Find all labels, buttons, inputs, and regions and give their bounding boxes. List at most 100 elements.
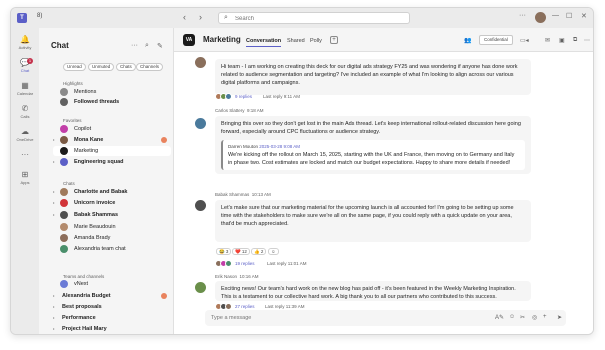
last-reply-time: Last reply 11:01 AM bbox=[267, 261, 307, 266]
filter-chats[interactable]: Chats bbox=[116, 63, 136, 71]
chat-list-item[interactable]: • Charlotte and Babak bbox=[53, 187, 171, 197]
filter-channels[interactable]: Channels bbox=[136, 63, 164, 71]
rail-item-activity[interactable]: 🔔 Activity bbox=[11, 34, 39, 56]
chat-list-item[interactable]: • Babak Shammas bbox=[53, 210, 171, 220]
message-avatar[interactable] bbox=[195, 200, 206, 211]
chat-list-item[interactable]: Amanda Brady bbox=[53, 233, 171, 243]
conversation-header: VA Marketing Conversation Shared Polly +… bbox=[174, 28, 593, 52]
reaction-like[interactable]: 👍 2 bbox=[251, 248, 267, 255]
chat-item-label: Marketing bbox=[74, 148, 99, 154]
rail-item-calls[interactable]: ✆ Calls bbox=[11, 103, 39, 125]
replier-avatar bbox=[225, 93, 232, 100]
chat-list-item[interactable]: Mentions bbox=[53, 87, 171, 97]
rail-item-calendar[interactable]: ▦ Calendar bbox=[11, 80, 39, 102]
rail-item-more[interactable]: ··· bbox=[11, 149, 39, 171]
chat-list-item[interactable]: • Alexandria Budget bbox=[53, 291, 171, 301]
chat-item-label: Engineering squad bbox=[74, 159, 124, 165]
chat-list-item[interactable]: Marie Beaudouin bbox=[53, 222, 171, 232]
chat-list-item[interactable]: • Performance bbox=[53, 313, 171, 323]
more-options-icon[interactable]: ··· bbox=[131, 42, 138, 49]
rail-item-onedrive[interactable]: ☁ OneDrive bbox=[11, 126, 39, 148]
chat-list-item[interactable]: • Unicorn invoice bbox=[53, 198, 171, 208]
rail-item-apps[interactable]: ⊞ Apps bbox=[11, 169, 39, 191]
chat-list-item[interactable]: vNext bbox=[53, 279, 171, 289]
title-bar: T 8) ‹ › ⌕ ··· — ☐ ✕ bbox=[11, 8, 593, 28]
maximize-icon[interactable]: ☐ bbox=[566, 12, 572, 20]
reaction-laugh[interactable]: 😂 3 bbox=[216, 248, 232, 255]
people-icon[interactable]: 👥 bbox=[464, 37, 471, 44]
send-icon[interactable]: ➤ bbox=[557, 314, 562, 321]
message-avatar[interactable] bbox=[195, 57, 206, 68]
search-icon[interactable]: ⌕ bbox=[145, 42, 149, 50]
conversation-title: Marketing bbox=[203, 35, 241, 44]
chat-list-item[interactable]: • Best proposals bbox=[53, 302, 171, 312]
chat-item-label: Alexandria team chat bbox=[74, 246, 126, 252]
chat-list-item[interactable]: • Mona Kane bbox=[53, 135, 171, 145]
more-options-icon[interactable]: ··· bbox=[519, 12, 526, 19]
unread-dot-icon: • bbox=[53, 304, 55, 309]
replies-link[interactable]: 19 replies bbox=[235, 261, 255, 266]
add-reaction-button[interactable]: ☺ bbox=[268, 248, 279, 255]
quote-header: Darren Mouton 2025-03-28 9:08 AM bbox=[228, 143, 520, 151]
chat-avatar bbox=[60, 125, 68, 133]
calendar-icon: ▦ bbox=[21, 81, 29, 90]
org-switcher[interactable]: 8) bbox=[37, 13, 42, 19]
attach-icon[interactable]: ✂ bbox=[520, 314, 525, 321]
search-input[interactable] bbox=[235, 14, 405, 23]
notes-icon[interactable]: ✉ bbox=[545, 37, 550, 44]
reply-summary[interactable]: 19 replies Last reply 11:01 AM bbox=[215, 260, 415, 268]
replies-link[interactable]: 9 replies bbox=[235, 94, 252, 99]
reply-summary[interactable]: 9 replies Last reply 9:11 AM bbox=[215, 93, 415, 101]
chat-list-item[interactable]: • Project Hail Mary bbox=[53, 324, 171, 334]
replier-avatar bbox=[225, 303, 232, 310]
tab-shared[interactable]: Shared bbox=[287, 38, 305, 44]
forward-arrow-icon[interactable]: › bbox=[199, 12, 202, 22]
chat-item-label: Best proposals bbox=[62, 304, 102, 310]
chat-item-label: Babak Shammas bbox=[74, 212, 119, 218]
format-icon[interactable]: A✎ bbox=[495, 314, 504, 321]
chat-list-item[interactable]: Followed threads bbox=[53, 97, 171, 107]
compose-icon[interactable]: ✎ bbox=[157, 42, 163, 50]
chat-item-label: Followed threads bbox=[74, 99, 120, 105]
message-meta: Carlos Slattery 9:18 AM bbox=[215, 108, 264, 113]
filter-unread[interactable]: Unread bbox=[63, 63, 86, 71]
section-chats: Chats bbox=[63, 181, 75, 186]
minimize-icon[interactable]: — bbox=[552, 12, 559, 19]
chat-list-pane: Chat ··· ⌕ ✎ Unread Unmuted Chats Channe… bbox=[39, 28, 174, 334]
quoted-message[interactable]: Darren Mouton 2025-03-28 9:08 AM We're k… bbox=[221, 140, 525, 170]
chat-list-item[interactable]: Alexandria team chat bbox=[53, 244, 171, 254]
replies-link[interactable]: 27 replies bbox=[235, 304, 255, 309]
chat-list-item[interactable]: Marketing bbox=[53, 146, 171, 156]
plus-icon[interactable]: + bbox=[543, 314, 547, 320]
add-tab-button[interactable]: + bbox=[330, 36, 338, 44]
author-name: Babak Shammas bbox=[215, 192, 250, 197]
share-screen-icon[interactable]: ▣ bbox=[559, 37, 565, 44]
quote-timestamp-link[interactable]: 2025-03-28 9:08 AM bbox=[259, 144, 300, 149]
search-box[interactable]: ⌕ bbox=[218, 12, 410, 24]
chat-list-item[interactable]: • Engineering squad bbox=[53, 157, 171, 167]
chat-avatar bbox=[60, 88, 68, 96]
more-options-icon[interactable]: ⋯ bbox=[584, 37, 590, 44]
unread-badge: 1 bbox=[27, 58, 33, 64]
reaction-heart[interactable]: ❤️ 12 bbox=[232, 248, 250, 255]
onedrive-icon: ☁ bbox=[21, 127, 29, 136]
rail-item-chat[interactable]: 💬 1 Chat bbox=[11, 57, 39, 79]
loop-icon[interactable]: ◎ bbox=[532, 314, 537, 321]
teams-logo-icon: T bbox=[17, 13, 27, 23]
filter-unmuted[interactable]: Unmuted bbox=[88, 63, 115, 71]
back-arrow-icon[interactable]: ‹ bbox=[183, 12, 186, 22]
unread-dot-icon: • bbox=[53, 326, 55, 331]
video-call-icon[interactable]: ▭◂ bbox=[520, 37, 529, 44]
chat-list-item[interactable]: Copilot bbox=[53, 124, 171, 134]
channel-logo: VA bbox=[183, 34, 195, 46]
sensitivity-badge[interactable]: Confidential bbox=[479, 35, 513, 45]
message-avatar[interactable] bbox=[195, 118, 206, 129]
emoji-icon[interactable]: ☺ bbox=[509, 314, 515, 320]
message-input[interactable] bbox=[211, 313, 461, 323]
message-avatar[interactable] bbox=[195, 282, 206, 293]
pop-out-icon[interactable]: ⧉ bbox=[573, 37, 577, 44]
user-avatar[interactable] bbox=[535, 12, 546, 23]
tab-conversation[interactable]: Conversation bbox=[246, 38, 282, 47]
close-icon[interactable]: ✕ bbox=[581, 12, 587, 20]
tab-polly[interactable]: Polly bbox=[310, 38, 322, 44]
